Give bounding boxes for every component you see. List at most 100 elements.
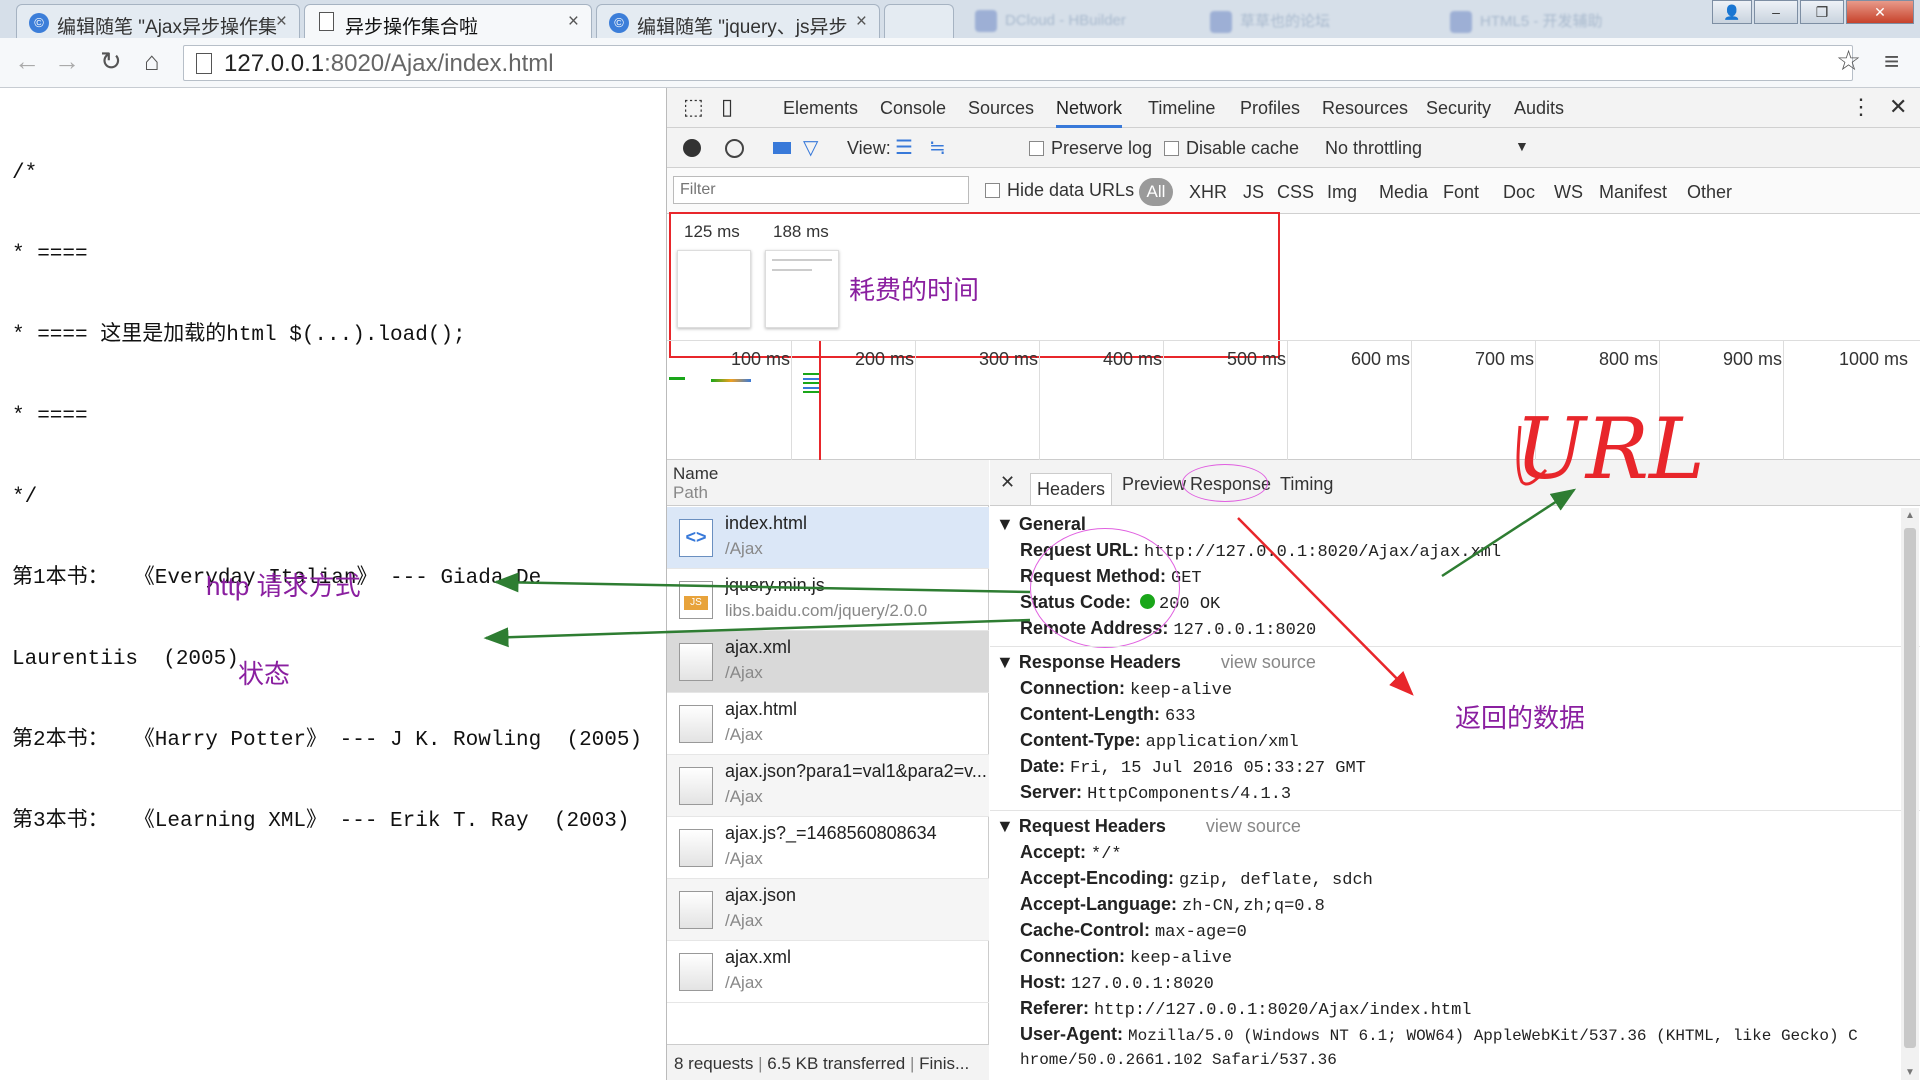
disable-cache-checkbox[interactable]: Disable cache xyxy=(1164,138,1299,159)
record-icon[interactable] xyxy=(683,139,701,157)
filter-type-js[interactable]: JS xyxy=(1243,182,1264,203)
tab-sources[interactable]: Sources xyxy=(968,98,1034,119)
filter-type-manifest[interactable]: Manifest xyxy=(1599,182,1667,203)
url-input[interactable]: 127.0.0.1:8020/Ajax/index.html xyxy=(183,45,1853,81)
html-file-icon: <> xyxy=(679,519,713,557)
close-window-icon[interactable]: ✕ xyxy=(1846,0,1914,24)
maximize-icon[interactable]: ❐ xyxy=(1800,0,1844,24)
tab-elements[interactable]: Elements xyxy=(783,98,858,119)
tab-profiles[interactable]: Profiles xyxy=(1240,98,1300,119)
close-tab-icon[interactable]: × xyxy=(276,11,287,33)
back-icon[interactable]: ← xyxy=(14,46,40,77)
filter-type-ws[interactable]: WS xyxy=(1554,182,1583,203)
devtools-main-tabs: ⬚ ▯ Elements Console Sources Network Tim… xyxy=(667,88,1920,128)
request-path: /Ajax xyxy=(725,539,763,558)
document-icon xyxy=(679,891,713,929)
status-summary: 8 requests | 6.5 KB transferred | Finis.… xyxy=(667,1044,989,1080)
preserve-log-checkbox[interactable]: Preserve log xyxy=(1029,138,1152,159)
browser-tab-2[interactable]: 异步操作集合啦 × xyxy=(304,4,592,38)
text-line: * ==== xyxy=(12,243,88,266)
request-name: ajax.json?para1=val1&para2=v... xyxy=(725,761,987,781)
header-row: Cache-Control: max-age=0 xyxy=(1020,920,1247,942)
request-row[interactable]: ajax.xml /Ajax xyxy=(667,941,989,1003)
annotation-returned-data: 返回的数据 xyxy=(1455,703,1586,733)
overview-icon[interactable]: ≒ xyxy=(929,135,946,160)
header-row: Connection: keep-alive xyxy=(1020,678,1233,700)
forward-icon[interactable]: → xyxy=(54,46,80,77)
header-row: Date: Fri, 15 Jul 2016 05:33:27 GMT xyxy=(1020,756,1366,778)
timeline-tick: 900 ms xyxy=(1723,349,1783,369)
network-toolbar: ▽ View: ☰ ≒ Preserve log Disable cache N… xyxy=(667,128,1920,168)
filter-type-font[interactable]: Font xyxy=(1443,182,1479,203)
list-header[interactable]: Name Path xyxy=(667,460,989,506)
view-source-link[interactable]: view source xyxy=(1206,816,1301,836)
background-window-title: HTML5 - 开发辅助 xyxy=(1450,10,1603,34)
tab-timing[interactable]: Timing xyxy=(1280,474,1333,495)
text-line: */ xyxy=(12,486,38,509)
filter-type-xhr[interactable]: XHR xyxy=(1189,182,1227,203)
request-row[interactable]: <> index.html /Ajax xyxy=(667,507,989,569)
tab-preview[interactable]: Preview xyxy=(1122,474,1186,495)
menu-icon[interactable]: ≡ xyxy=(1884,46,1899,77)
request-row[interactable]: ajax.json /Ajax xyxy=(667,879,989,941)
capture-screenshots-icon[interactable] xyxy=(773,142,791,154)
close-tab-icon[interactable]: × xyxy=(856,11,867,33)
request-headers-title[interactable]: ▼ Request Headers view source xyxy=(996,816,1301,837)
tab-title: 编辑随笔 "Ajax异步操作集 xyxy=(57,17,277,38)
request-path: /Ajax xyxy=(725,973,763,992)
request-row[interactable]: JS jquery.min.js libs.baidu.com/jquery/2… xyxy=(667,569,989,631)
request-row[interactable]: ajax.json?para1=val1&para2=v... /Ajax xyxy=(667,755,989,817)
browser-tab-3[interactable]: © 编辑随笔 "jquery、js异步 × xyxy=(596,4,880,38)
home-icon[interactable]: ⌂ xyxy=(144,46,160,77)
filter-type-other[interactable]: Other xyxy=(1687,182,1732,203)
request-row[interactable]: ajax.js?_=1468560808634 /Ajax xyxy=(667,817,989,879)
background-window-title: 草草也的论坛 xyxy=(1210,10,1330,34)
close-tab-icon[interactable]: × xyxy=(568,11,579,33)
reload-icon[interactable]: ↻ xyxy=(100,46,122,77)
tab-console[interactable]: Console xyxy=(880,98,946,119)
user-profile-icon[interactable]: 👤 xyxy=(1712,0,1752,24)
header-row: User-Agent: Mozilla/5.0 (Windows NT 6.1;… xyxy=(1020,1024,1858,1045)
request-row[interactable]: ajax.html /Ajax xyxy=(667,693,989,755)
annotation-http-method: http 请求方式 xyxy=(206,571,361,601)
tab-security[interactable]: Security xyxy=(1426,98,1491,119)
tab-network[interactable]: Network xyxy=(1056,98,1123,128)
filter-type-media[interactable]: Media xyxy=(1379,182,1428,203)
js-file-icon: JS xyxy=(679,581,713,619)
filter-type-all[interactable]: All xyxy=(1139,178,1173,206)
general-section-title[interactable]: ▼ General xyxy=(996,514,1086,535)
header-row: Server: HttpComponents/4.1.3 xyxy=(1020,782,1292,804)
filter-icon[interactable]: ▽ xyxy=(803,135,818,160)
device-mode-icon[interactable]: ▯ xyxy=(721,94,733,120)
inspect-element-icon[interactable]: ⬚ xyxy=(683,94,704,120)
request-path: /Ajax xyxy=(725,663,763,682)
browser-tab-1[interactable]: © 编辑随笔 "Ajax异步操作集 × xyxy=(16,4,300,38)
view-source-link[interactable]: view source xyxy=(1221,652,1316,672)
chevron-down-icon[interactable]: ▼ xyxy=(1515,138,1529,154)
tab-headers[interactable]: Headers xyxy=(1030,473,1113,505)
hide-data-urls-checkbox[interactable]: Hide data URLs xyxy=(985,180,1134,201)
filter-input[interactable] xyxy=(673,176,969,204)
minimize-icon[interactable]: – xyxy=(1754,0,1798,24)
filter-type-doc[interactable]: Doc xyxy=(1503,182,1535,203)
filter-type-css[interactable]: CSS xyxy=(1277,182,1314,203)
filter-type-img[interactable]: Img xyxy=(1327,182,1357,203)
close-devtools-icon[interactable]: ✕ xyxy=(1889,94,1907,120)
clear-icon[interactable] xyxy=(725,139,744,158)
header-row: Accept: */* xyxy=(1020,842,1122,864)
tab-audits[interactable]: Audits xyxy=(1514,98,1564,119)
close-details-icon[interactable]: ✕ xyxy=(1000,472,1015,493)
more-options-icon[interactable]: ⋮ xyxy=(1850,94,1872,120)
response-headers-title[interactable]: ▼ Response Headers view source xyxy=(996,652,1316,673)
details-scrollbar[interactable]: ▲ ▼ xyxy=(1901,508,1919,1080)
request-row-selected[interactable]: ajax.xml /Ajax xyxy=(667,631,989,693)
detail-tabs: ✕ Headers Preview Response Timing xyxy=(990,460,1920,506)
bookmark-star-icon[interactable]: ☆ xyxy=(1836,44,1861,77)
large-rows-icon[interactable]: ☰ xyxy=(895,135,913,160)
timeline-overview[interactable]: 100 ms 200 ms 300 ms 400 ms 500 ms 600 m… xyxy=(667,340,1920,461)
tab-timeline[interactable]: Timeline xyxy=(1148,98,1215,119)
throttling-select[interactable]: No throttling xyxy=(1325,138,1422,159)
tab-resources[interactable]: Resources xyxy=(1322,98,1408,119)
new-tab-button[interactable] xyxy=(884,4,954,38)
request-list: Name Path <> index.html /Ajax JS jquery.… xyxy=(667,460,989,1080)
